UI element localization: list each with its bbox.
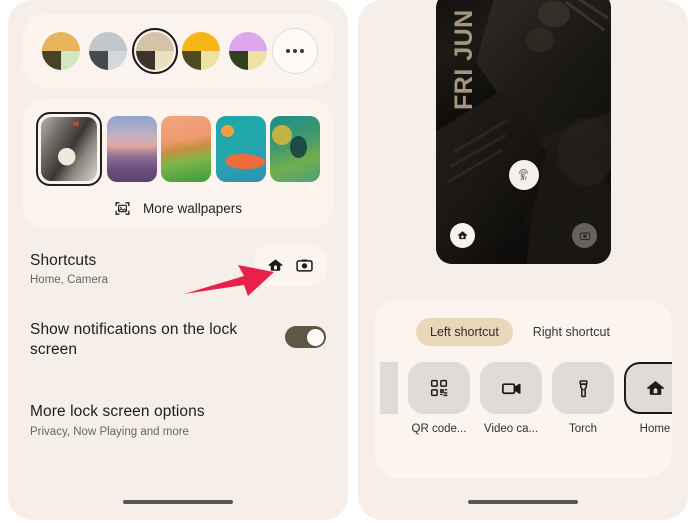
more-options-title: More lock screen options xyxy=(30,403,205,421)
preview-date-wrap: FRI JUN xyxy=(450,0,484,112)
video-camera-icon xyxy=(500,377,523,400)
home-icon xyxy=(644,377,667,400)
shortcut-option-torch[interactable]: Torch xyxy=(552,362,614,435)
qr-code-icon xyxy=(428,377,450,399)
wallpaper-abstract-thumbnail[interactable] xyxy=(215,116,266,182)
ellipsis-dot-icon xyxy=(299,49,304,53)
shortcut-option-clipped[interactable] xyxy=(380,362,398,414)
wallpaper-image xyxy=(41,117,97,181)
shortcut-label: QR code... xyxy=(411,423,467,435)
gesture-nav-bar[interactable] xyxy=(468,500,578,504)
show-notifications-toggle[interactable] xyxy=(285,326,326,349)
show-notifications-row[interactable]: Show notifications on the lock screen xyxy=(30,320,326,360)
screenshot-root: More wallpapers Shortcuts Home, Camera S… xyxy=(0,0,696,526)
wallpaper-selected-thumbnail[interactable] xyxy=(36,112,102,186)
shortcuts-subtitle: Home, Camera xyxy=(30,274,108,287)
shortcut-picker-panel: FRI JUN Left shortcut Right shortcut QR … xyxy=(358,0,688,520)
tab-right-shortcut[interactable]: Right shortcut xyxy=(519,318,624,346)
wallpaper-canyon-thumbnail[interactable] xyxy=(106,116,157,182)
shortcut-picker-sheet: Left shortcut Right shortcut QR code... … xyxy=(374,300,672,478)
more-options-subtitle: Privacy, Now Playing and more xyxy=(30,425,189,438)
preview-date-text: FRI JUN xyxy=(450,9,478,110)
swatch-circle xyxy=(88,32,127,70)
shortcut-option-home-selected[interactable]: Home xyxy=(624,362,672,435)
color-swatch-3-selected[interactable] xyxy=(131,28,178,74)
wallpaper-landscape-thumbnail[interactable] xyxy=(161,116,211,182)
preview-left-shortcut-home-icon[interactable] xyxy=(450,223,475,248)
camera-icon xyxy=(295,256,314,275)
toggle-knob xyxy=(306,328,324,346)
lock-screen-settings-panel: More wallpapers Shortcuts Home, Camera S… xyxy=(8,0,348,520)
shortcut-tile xyxy=(380,362,398,414)
show-notifications-title: Show notifications on the lock screen xyxy=(30,321,238,359)
shortcut-options-list: QR code... Video ca... Torch Home xyxy=(374,346,672,435)
shortcut-tile xyxy=(624,362,672,414)
wallpaper-row xyxy=(32,112,324,186)
shortcut-label: Torch xyxy=(568,423,598,435)
swatch-circle xyxy=(229,32,268,70)
more-wallpapers-label: More wallpapers xyxy=(142,201,243,216)
color-swatch-2[interactable] xyxy=(85,28,131,74)
preview-right-shortcut-camera-icon[interactable] xyxy=(572,223,597,248)
more-colors-button[interactable] xyxy=(271,28,318,74)
color-swatch-card xyxy=(22,14,334,88)
swatch-circle xyxy=(42,32,80,70)
ellipsis-dot-icon xyxy=(285,49,290,53)
color-swatch-5[interactable] xyxy=(225,28,271,74)
ellipsis-dot-icon xyxy=(292,49,297,53)
more-wallpapers-button[interactable]: More wallpapers xyxy=(32,200,324,217)
shortcut-side-tabs: Left shortcut Right shortcut xyxy=(374,300,672,346)
gesture-nav-bar[interactable] xyxy=(123,500,233,504)
wallpaper-teal-thumbnail[interactable] xyxy=(270,116,320,182)
shortcuts-row[interactable]: Shortcuts Home, Camera xyxy=(30,245,326,286)
tab-left-shortcut[interactable]: Left shortcut xyxy=(416,318,513,346)
shortcuts-row-text: Shortcuts Home, Camera xyxy=(30,251,108,286)
shortcut-option-qr-code[interactable]: QR code... xyxy=(408,362,470,435)
shortcut-option-video-camera[interactable]: Video ca... xyxy=(480,362,542,435)
color-swatch-1[interactable] xyxy=(38,28,84,74)
shortcuts-title: Shortcuts xyxy=(30,252,97,269)
fingerprint-icon[interactable] xyxy=(508,160,539,190)
lock-screen-preview[interactable]: FRI JUN xyxy=(436,0,611,264)
shortcut-label: Video ca... xyxy=(483,423,539,435)
shortcut-tile xyxy=(408,362,470,414)
home-icon xyxy=(266,256,285,275)
wallpaper-card: More wallpapers xyxy=(22,98,334,229)
swatch-circle xyxy=(182,32,221,70)
show-notifications-text: Show notifications on the lock screen xyxy=(30,320,260,360)
color-swatch-4[interactable] xyxy=(178,28,224,74)
shortcut-tile xyxy=(552,362,614,414)
swatch-circle xyxy=(135,32,174,70)
color-swatch-row xyxy=(32,28,324,74)
torch-icon xyxy=(573,378,594,399)
image-frame-icon xyxy=(114,200,131,217)
settings-list: Shortcuts Home, Camera Show notification… xyxy=(8,245,348,438)
more-options-text: More lock screen options Privacy, Now Pl… xyxy=(30,402,205,437)
shortcuts-icon-chip[interactable] xyxy=(254,245,326,286)
more-lock-screen-options-row[interactable]: More lock screen options Privacy, Now Pl… xyxy=(30,402,326,437)
shortcut-tile xyxy=(480,362,542,414)
shortcut-label: Home xyxy=(639,423,671,435)
